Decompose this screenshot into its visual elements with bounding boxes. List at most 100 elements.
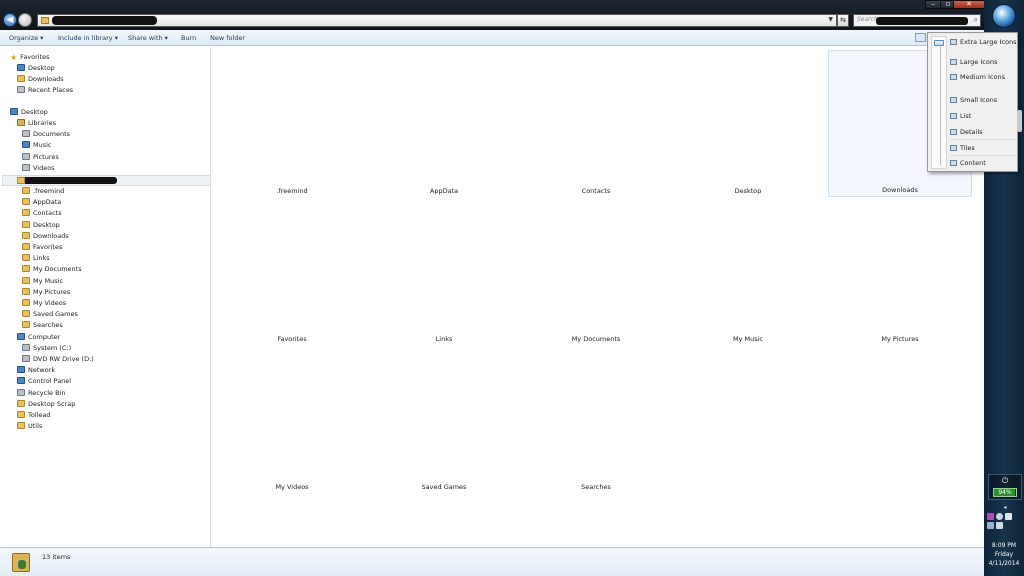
- refresh-button[interactable]: ⇆: [837, 14, 849, 27]
- onenote-icon[interactable]: [987, 513, 994, 520]
- folder-tile[interactable]: Saved Games: [372, 346, 516, 493]
- nav-recycle-bin[interactable]: Recycle Bin: [17, 389, 65, 400]
- music-icon: [22, 141, 30, 148]
- folder-tile[interactable]: My Pictures: [828, 198, 972, 345]
- start-button[interactable]: [992, 4, 1016, 28]
- nav-desktop-scrap[interactable]: Desktop Scrap: [17, 400, 75, 411]
- change-view-button[interactable]: [915, 33, 926, 42]
- desktop-scroll-handle[interactable]: [1017, 110, 1022, 132]
- nav-desktop[interactable]: Desktop: [10, 108, 48, 119]
- nav-system-drive[interactable]: System (C:): [22, 344, 71, 355]
- nav-user-folder-item[interactable]: .freemind: [22, 187, 64, 198]
- folder-tile[interactable]: Favorites: [220, 198, 364, 345]
- include-in-library-menu[interactable]: Include in library ▾: [58, 34, 118, 42]
- close-button[interactable]: ✕: [953, 0, 985, 9]
- nav-user-folder-item[interactable]: AppData: [22, 198, 61, 209]
- nav-label: Desktop: [33, 220, 60, 229]
- search-input[interactable]: Search ⌕: [853, 14, 981, 27]
- view-tiles[interactable]: Tiles: [950, 142, 1016, 154]
- folder-tile[interactable]: Links: [372, 198, 516, 345]
- nav-libraries[interactable]: Libraries: [17, 119, 56, 130]
- view-small-icons[interactable]: Small Icons: [950, 94, 1016, 106]
- folder-tile[interactable]: My Documents: [524, 198, 668, 345]
- folder-tile[interactable]: Contacts: [524, 50, 668, 197]
- command-toolbar: Organize ▾ Include in library ▾ Share wi…: [0, 30, 984, 46]
- nav-documents[interactable]: Documents: [22, 130, 70, 141]
- nav-favorites-downloads[interactable]: Downloads: [17, 75, 64, 86]
- folder-icon: [22, 310, 30, 318]
- view-slider-thumb[interactable]: [934, 40, 944, 46]
- nav-label: Computer: [28, 333, 61, 341]
- folder-tile[interactable]: .freemind: [220, 50, 364, 197]
- folder-icon: [22, 321, 30, 329]
- status-bar: 13 items: [0, 547, 984, 576]
- view-item-label: Tiles: [960, 144, 975, 152]
- nav-network[interactable]: Network: [17, 366, 55, 377]
- nav-label: AppData: [33, 198, 62, 207]
- folder-tile[interactable]: Desktop: [676, 50, 820, 197]
- nav-recent-places[interactable]: Recent Places: [17, 86, 73, 97]
- organize-menu[interactable]: Organize ▾: [9, 34, 43, 42]
- nav-favorites[interactable]: ★ Favorites: [10, 53, 50, 64]
- folder-icon: [22, 198, 30, 206]
- nav-user-folder-item[interactable]: Desktop: [22, 220, 60, 232]
- nav-user-folder-item[interactable]: My Videos: [22, 299, 66, 310]
- content-view-icon: [950, 160, 957, 166]
- share-with-menu[interactable]: Share with ▾: [128, 34, 168, 42]
- title-bar: ◀ ▼ ⇆ Search ⌕ – ▫ ✕: [0, 0, 985, 30]
- nav-dvd-drive[interactable]: DVD RW Drive (D:): [22, 355, 94, 366]
- address-bar[interactable]: ▼: [37, 14, 837, 27]
- network-tray-icon[interactable]: [996, 513, 1003, 520]
- nav-user-folder-item[interactable]: Downloads: [22, 231, 69, 243]
- nav-pictures[interactable]: Pictures: [22, 153, 59, 164]
- clock-date: 4/11/2014: [988, 560, 1020, 567]
- view-slider-track[interactable]: [931, 36, 947, 169]
- chevron-down-icon[interactable]: ▼: [828, 16, 833, 23]
- minimize-button[interactable]: –: [925, 0, 941, 9]
- show-hidden-icons-arrow[interactable]: ◂: [987, 503, 1023, 512]
- folder-icon: [17, 411, 25, 418]
- nav-user-folder-item[interactable]: Searches: [22, 321, 63, 332]
- forward-arrow-icon[interactable]: [18, 13, 32, 27]
- battery-indicator[interactable]: 94%: [993, 488, 1017, 497]
- new-folder-button[interactable]: New folder: [210, 34, 245, 42]
- nav-user-folder-item[interactable]: My Pictures: [22, 287, 70, 299]
- view-list[interactable]: List: [950, 110, 1016, 122]
- nav-user-folder-item[interactable]: Contacts: [22, 209, 62, 220]
- folder-icon: [22, 287, 30, 295]
- signal-icon[interactable]: [987, 522, 994, 529]
- view-large-icons[interactable]: Large Icons: [950, 56, 1016, 68]
- folder-icon: [22, 243, 30, 250]
- burn-button[interactable]: Burn: [181, 34, 196, 42]
- folder-tile[interactable]: AppData: [372, 50, 516, 197]
- action-center-icon[interactable]: [1005, 513, 1012, 520]
- view-content[interactable]: Content: [950, 157, 1016, 169]
- nav-user-folder-item[interactable]: My Music: [22, 276, 63, 288]
- folder-tile[interactable]: Searches: [524, 346, 668, 493]
- videos-icon: [22, 164, 30, 171]
- nav-tollead[interactable]: Tollead: [17, 411, 51, 422]
- nav-user-folder-item[interactable]: Favorites: [22, 243, 62, 254]
- view-menu: Extra Large Icons Large Icons Medium Ico…: [927, 32, 1018, 172]
- nav-computer[interactable]: Computer: [17, 333, 60, 344]
- view-item-label: Details: [960, 128, 983, 136]
- nav-favorites-desktop[interactable]: Desktop: [17, 64, 55, 75]
- nav-label: Utils: [28, 422, 43, 430]
- back-arrow-icon[interactable]: ◀: [3, 13, 17, 27]
- folder-tile[interactable]: My Videos: [220, 346, 364, 493]
- nav-utils[interactable]: Utils: [17, 422, 42, 433]
- view-extra-large-icons[interactable]: Extra Large Icons: [950, 36, 1017, 48]
- nav-videos[interactable]: Videos: [22, 164, 55, 175]
- system-clock[interactable]: 8:09 PM Friday 4/11/2014: [984, 541, 1024, 568]
- nav-user-folder-item[interactable]: Saved Games: [22, 310, 78, 321]
- nav-music[interactable]: Music: [22, 141, 52, 152]
- menu-separator: [950, 155, 1016, 156]
- view-details[interactable]: Details: [950, 126, 1016, 138]
- search-icon[interactable]: ⌕: [974, 15, 978, 25]
- view-medium-icons[interactable]: Medium Icons: [950, 71, 1016, 83]
- volume-icon[interactable]: [996, 522, 1003, 529]
- nav-user-folder-item[interactable]: Links: [22, 254, 50, 265]
- folder-tile[interactable]: My Music: [676, 198, 820, 345]
- nav-user-folder-item[interactable]: My Documents: [22, 265, 82, 276]
- nav-control-panel[interactable]: Control Panel: [17, 377, 71, 388]
